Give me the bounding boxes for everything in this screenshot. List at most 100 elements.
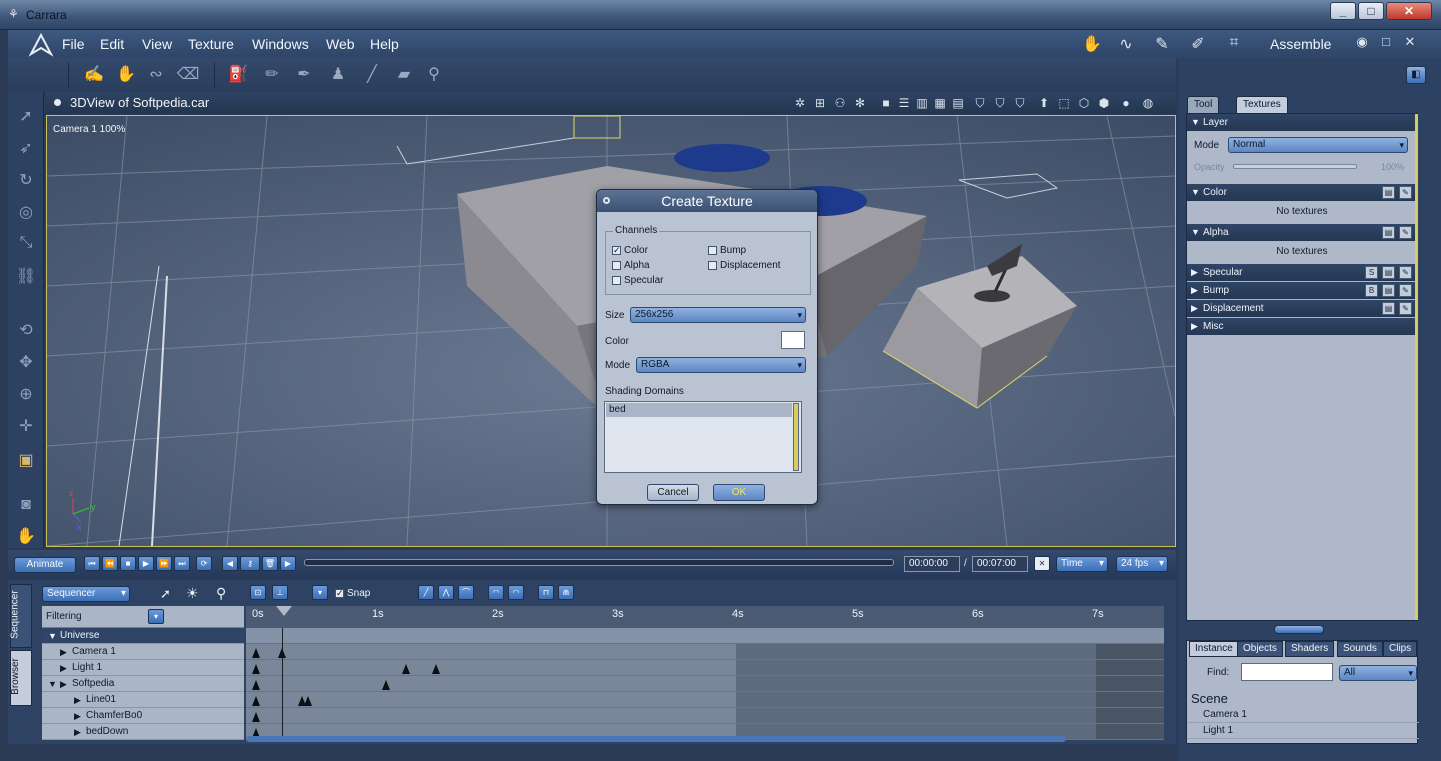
sequencer-mode-select[interactable]: Sequencer ▾ (42, 586, 130, 602)
camera-rotate-icon[interactable]: ⟲ (14, 320, 38, 344)
time-scrubber[interactable] (304, 559, 894, 566)
time-mode-select[interactable]: Time ▾ (1056, 556, 1108, 572)
keyframe[interactable] (252, 648, 260, 658)
camera-pan-icon[interactable]: ✥ (14, 352, 38, 376)
wire-icon[interactable]: ✻ (852, 95, 868, 111)
menu-file[interactable]: File (62, 36, 85, 52)
render-camera-icon[interactable]: ◙ (14, 496, 38, 520)
carrara-logo-icon[interactable] (28, 32, 54, 58)
keyframe[interactable] (252, 696, 260, 706)
table-row[interactable]: ▶ bedDown (42, 724, 244, 740)
cancel-button[interactable]: Cancel (647, 484, 699, 501)
tween-smooth-icon[interactable]: ⌒ (458, 585, 474, 600)
pen-tool-icon[interactable]: ✒ (292, 64, 316, 86)
eyedropper-tool-icon[interactable]: ⚲ (422, 64, 446, 86)
filtering-chevron-icon[interactable]: ▾ (148, 609, 164, 624)
smudge-tool-icon[interactable]: ▰ (392, 64, 416, 86)
track-timeline[interactable] (246, 628, 1164, 740)
shield-render-icon[interactable]: ⛉ (972, 95, 988, 111)
brush-tool-icon[interactable]: ✍ (82, 64, 106, 86)
channel-color-checkbox[interactable]: ✓ (612, 246, 621, 255)
section-alpha[interactable]: ▼ Alpha ▤ ✎ (1187, 224, 1417, 241)
panel-scrollbar[interactable] (1415, 114, 1418, 620)
tab-sounds[interactable]: Sounds (1337, 641, 1383, 657)
tab-objects[interactable]: Objects (1237, 641, 1283, 657)
fill-tool-icon[interactable]: ⛽ (226, 64, 250, 86)
pencil-tool-icon[interactable]: ✏ (260, 64, 284, 86)
panel-dock-icon[interactable]: ◧ (1406, 66, 1426, 84)
shield-shade-icon[interactable]: ⛉ (1012, 95, 1028, 111)
timeline-scrollbar[interactable] (246, 736, 1066, 742)
pointer-icon[interactable]: ➚ (160, 586, 171, 602)
mode-select[interactable]: RGBA ▾ (636, 357, 806, 373)
fps-select[interactable]: 24 fps ▾ (1116, 556, 1168, 572)
link-icon[interactable]: ⛓ (14, 266, 38, 290)
layout-quad-icon[interactable]: ▦ (932, 95, 948, 111)
hand-room-icon[interactable]: ✋ (1080, 34, 1104, 54)
maximize-button[interactable]: □ (1358, 2, 1384, 20)
section-color[interactable]: ▼ Color ▤ ✎ (1187, 184, 1417, 201)
stop-icon[interactable]: ■ (120, 556, 136, 571)
tab-tool[interactable]: Tool (1187, 96, 1220, 113)
section-layer[interactable]: ▼ Layer (1187, 114, 1417, 131)
list-item[interactable]: Light 1 (1187, 723, 1419, 739)
tab-browser[interactable]: Browser (10, 650, 32, 706)
go-start-icon[interactable]: ⏮ (84, 556, 100, 571)
tween-bounce-icon[interactable]: ⋒ (558, 585, 574, 600)
group-icon[interactable]: ⚇ (832, 95, 848, 111)
tab-sequencer[interactable]: Sequencer (10, 584, 32, 648)
time-ruler[interactable]: 0s 1s 2s 3s 4s 5s 6s 7s (246, 606, 1164, 628)
find-input[interactable] (1241, 663, 1333, 681)
color-swatch[interactable] (781, 331, 805, 349)
tween-in-icon[interactable]: ◠ (488, 585, 504, 600)
table-row[interactable]: ▶ Camera 1 (42, 644, 244, 660)
menu-web[interactable]: Web (326, 36, 355, 52)
size-select[interactable]: 256x256 ▾ (630, 307, 806, 323)
eraser-tool-icon[interactable]: ⌫ (176, 64, 200, 86)
sync-icon[interactable]: ✕ (1034, 556, 1050, 571)
key-icon[interactable]: ⚷ (240, 556, 260, 571)
opacity-slider[interactable] (1233, 164, 1357, 169)
list-scrollbar[interactable] (793, 403, 799, 471)
channel-alpha-checkbox[interactable] (612, 261, 621, 270)
menu-edit[interactable]: Edit (100, 36, 124, 52)
move-icon[interactable]: ➶ (14, 138, 38, 162)
select-arrow-icon[interactable]: ➚ (14, 106, 38, 130)
section-misc[interactable]: ▶ Misc (1187, 318, 1417, 335)
lasso-tool-icon[interactable]: ∾ (144, 64, 168, 86)
layout-split-v-icon[interactable]: ▥ (914, 95, 930, 111)
gizmo-icon[interactable]: ✲ (792, 95, 808, 111)
box-dots-icon[interactable]: ⬚ (1056, 95, 1072, 111)
textured-sphere-icon[interactable]: ◍ (1140, 95, 1156, 111)
table-row[interactable]: ▼ ▶ Softpedia (42, 676, 244, 692)
current-time-field[interactable]: 00:00:00 (904, 556, 960, 572)
tween-hold-icon[interactable]: ⊓ (538, 585, 554, 600)
room-close-button[interactable]: ✕ (1398, 34, 1422, 54)
section-displacement[interactable]: ▶ Displacement ▤ ✎ (1187, 300, 1417, 317)
keyframe[interactable] (402, 664, 410, 674)
section-specular[interactable]: ▶ Specular S ▤ ✎ (1187, 264, 1417, 281)
eye-icon[interactable]: ◉ (1350, 34, 1374, 54)
menu-windows[interactable]: Windows (252, 36, 309, 52)
options-chevron-icon[interactable]: ▾ (312, 585, 328, 600)
render-room-icon[interactable]: ⌗ (1222, 34, 1246, 54)
next-key-icon[interactable]: ▶ (280, 556, 296, 571)
camera-track-icon[interactable]: ✛ (14, 416, 38, 440)
tab-shaders[interactable]: Shaders (1285, 641, 1335, 657)
keyframe[interactable] (278, 648, 286, 658)
layout-single-icon[interactable]: ■ (878, 95, 894, 111)
cube-primitive-icon[interactable]: ▣ (14, 450, 38, 474)
table-row[interactable]: ▶ Line01 (42, 692, 244, 708)
menu-texture[interactable]: Texture (188, 36, 234, 52)
menu-view[interactable]: View (142, 36, 172, 52)
list-item[interactable]: Camera 1 (1187, 707, 1419, 723)
table-row[interactable]: ▶ ChamferBo0 (42, 708, 244, 724)
view-menu-dot-icon[interactable] (54, 99, 61, 106)
tab-clips[interactable]: Clips (1383, 641, 1418, 657)
vertex-room-icon[interactable]: ✎ (1150, 34, 1174, 54)
snap-checkbox[interactable]: ✓ (335, 589, 344, 598)
playhead-marker[interactable] (276, 606, 292, 616)
room-maximize-button[interactable]: □ (1374, 34, 1398, 54)
texture-room-icon[interactable]: ✐ (1186, 34, 1210, 54)
panel-splitter[interactable] (1274, 625, 1324, 634)
